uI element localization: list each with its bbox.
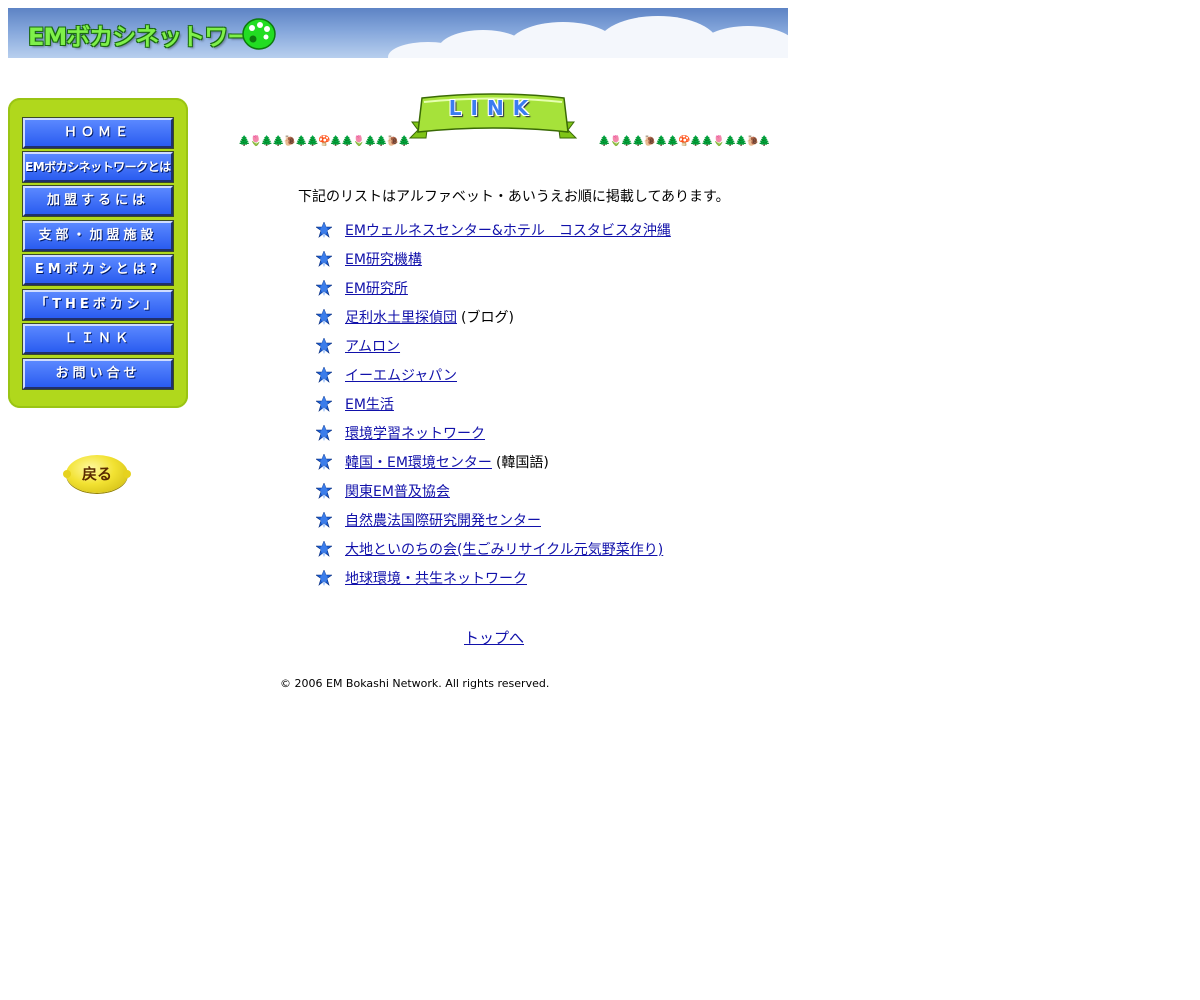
star-bullet-icon xyxy=(316,454,332,470)
star-bullet-icon xyxy=(316,396,332,412)
back-button[interactable]: 戻る xyxy=(63,455,131,493)
star-bullet-icon xyxy=(316,280,332,296)
star-bullet-icon xyxy=(316,309,332,325)
star-bullet-icon xyxy=(316,483,332,499)
site-title: EMボカシネットワーク xyxy=(28,23,274,51)
link-ashikaga[interactable]: 足利水土里探偵団 xyxy=(345,307,457,327)
link-natural-farming[interactable]: 自然農法国際研究開発センター xyxy=(345,510,541,530)
header-banner: EMボカシネットワーク xyxy=(8,8,788,58)
nav-about-bokashi-button[interactable]: EMボカシとは? xyxy=(22,254,174,286)
list-item: 環境学習ネットワーク xyxy=(316,423,671,452)
list-item: EM研究所 xyxy=(316,278,671,307)
palette-icon xyxy=(242,18,276,50)
list-item: EM生活 xyxy=(316,394,671,423)
link-list: EMウェルネスセンター&ホテル コスタビスタ沖縄 EM研究機構 EM研究所 足利… xyxy=(316,220,671,597)
link-global-env[interactable]: 地球環境・共生ネットワーク xyxy=(345,568,527,588)
link-note: (ブログ) xyxy=(461,310,514,326)
list-item: EMウェルネスセンター&ホテル コスタビスタ沖縄 xyxy=(316,220,671,249)
list-item: 関東EM普及協会 xyxy=(316,481,671,510)
link-amuron[interactable]: アムロン xyxy=(345,336,400,356)
intro-text: 下記のリストはアルファベット・あいうえお順に掲載してあります。 xyxy=(298,189,730,205)
nav-home-button[interactable]: ＨＯＭＥ xyxy=(22,117,174,149)
star-bullet-icon xyxy=(316,570,332,586)
star-bullet-icon xyxy=(316,541,332,557)
list-item: イーエムジャパン xyxy=(316,365,671,394)
link-em-life[interactable]: EM生活 xyxy=(345,394,394,414)
link-env-learning[interactable]: 環境学習ネットワーク xyxy=(345,423,485,443)
link-note: (韓国語) xyxy=(495,455,549,471)
nav-join-button[interactable]: 加盟するには xyxy=(22,185,174,217)
list-item: 地球環境・共生ネットワーク xyxy=(316,568,671,597)
back-to-top-link[interactable]: トップへ xyxy=(464,627,524,648)
link-korea-em[interactable]: 韓国・EM環境センター xyxy=(345,452,492,472)
list-item: アムロン xyxy=(316,336,671,365)
link-em-institute[interactable]: EM研究所 xyxy=(345,278,408,298)
list-item: 足利水土里探偵団 (ブログ) xyxy=(316,307,671,336)
decoration-right: 🌲🌷🌲🌲🐌🌲🌲🍄🌲🌲🌷🌲🌲🐌🌲 xyxy=(598,136,771,147)
link-costa-vista[interactable]: EMウェルネスセンター&ホテル コスタビスタ沖縄 xyxy=(345,220,671,240)
link-em-research-org[interactable]: EM研究機構 xyxy=(345,249,422,269)
link-kanto-em[interactable]: 関東EM普及協会 xyxy=(345,481,450,501)
list-item: 韓国・EM環境センター (韓国語) xyxy=(316,452,671,481)
sidebar-nav: ＨＯＭＥ EMボカシネットワークとは? 加盟するには 支部・加盟施設 EMボカシ… xyxy=(8,98,188,408)
list-item: EM研究機構 xyxy=(316,249,671,278)
list-item: 自然農法国際研究開発センター xyxy=(316,510,671,539)
star-bullet-icon xyxy=(316,338,332,354)
list-item: 大地といのちの会(生ごみリサイクル元気野菜作り) xyxy=(316,539,671,568)
decoration-left: 🌲🌷🌲🌲🐌🌲🌲🍄🌲🌲🌷🌲🌲🐌🌲 xyxy=(238,136,411,147)
ribbon-icon xyxy=(408,93,578,139)
back-button-label: 戻る xyxy=(81,465,112,483)
nav-about-network-button[interactable]: EMボカシネットワークとは? xyxy=(22,151,174,183)
link-em-japan[interactable]: イーエムジャパン xyxy=(345,365,457,385)
star-bullet-icon xyxy=(316,425,332,441)
nav-link-button[interactable]: ＬＩＮＫ xyxy=(22,323,174,355)
nav-the-bokashi-button[interactable]: 「THEボカシ」 xyxy=(22,289,174,321)
star-bullet-icon xyxy=(316,251,332,267)
link-daichi[interactable]: 大地といのちの会(生ごみリサイクル元気野菜作り) xyxy=(345,539,663,559)
star-bullet-icon xyxy=(316,367,332,383)
nav-branches-button[interactable]: 支部・加盟施設 xyxy=(22,220,174,252)
copyright: © 2006 EM Bokashi Network. All rights re… xyxy=(280,677,550,690)
nav-contact-button[interactable]: お問い合せ xyxy=(22,358,174,390)
star-bullet-icon xyxy=(316,512,332,528)
star-bullet-icon xyxy=(316,222,332,238)
